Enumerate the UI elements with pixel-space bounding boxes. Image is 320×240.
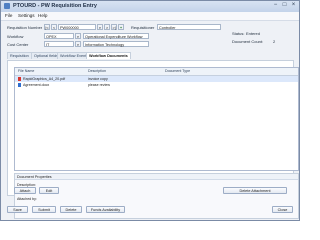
workflow-description-field: Operational Expenditure Workflow	[83, 33, 149, 39]
cost-center-code-field[interactable]: IT	[44, 41, 74, 47]
tab-requisition[interactable]: Requisition	[7, 52, 32, 59]
close-icon[interactable]: ×	[290, 2, 297, 9]
document-properties-header: Document Properties	[15, 174, 298, 180]
column-description[interactable]: Description	[88, 69, 106, 73]
status-label: Status:	[232, 31, 245, 36]
previous-record-icon[interactable]: <	[51, 24, 57, 30]
pdf-icon	[18, 77, 21, 81]
workflow-finder-icon[interactable]: ⌕	[75, 33, 81, 39]
description-cell: please review	[88, 83, 110, 87]
window-title: PTOURD - PW Requisition Entry	[13, 3, 97, 9]
title-bar: PTOURD - PW Requisition Entry − □ ×	[1, 1, 299, 12]
document-count-label: Document Count:	[232, 39, 264, 44]
delete-attachment-button[interactable]: Delete Attachment	[223, 187, 287, 194]
tab-workflow-documents[interactable]: Workflow Documents	[86, 52, 131, 59]
workflow-label: Workflow	[7, 34, 24, 39]
cost-center-description-field: Information Technology	[83, 41, 149, 47]
attached-by-label: Attached by:	[17, 197, 37, 201]
column-file-name[interactable]: File Name	[18, 69, 34, 73]
requisition-entry-window: PTOURD - PW Requisition Entry − □ × File…	[0, 0, 300, 221]
word-document-icon	[18, 83, 21, 87]
last-record-icon[interactable]: >|	[111, 24, 117, 30]
first-record-icon[interactable]: |<	[44, 24, 50, 30]
document-count-value: 2	[273, 39, 276, 44]
menu-help[interactable]: Help	[38, 13, 47, 18]
attach-button[interactable]: Attach	[14, 187, 36, 194]
close-button[interactable]: Close	[272, 206, 293, 213]
new-record-icon[interactable]: +	[118, 24, 124, 30]
next-record-icon[interactable]: >	[104, 24, 110, 30]
requisitioner-field[interactable]: Controller	[157, 24, 221, 30]
menu-file[interactable]: File	[5, 13, 12, 18]
cost-center-label: Cost Center	[7, 42, 29, 47]
menu-bar: File Settings Help	[1, 12, 299, 21]
maximize-icon[interactable]: □	[281, 2, 288, 9]
file-name-cell: Agreement.docx	[23, 83, 50, 87]
delete-button[interactable]: Delete	[60, 206, 82, 213]
cost-center-finder-icon[interactable]: ⌕	[75, 41, 81, 47]
app-icon	[4, 3, 10, 9]
workflow-documents-panel: File Name Description Document Type Rapi…	[7, 60, 299, 219]
submit-button[interactable]: Submit	[32, 206, 56, 213]
edit-button[interactable]: Edit	[39, 187, 59, 194]
column-document-type[interactable]: Document Type	[165, 69, 190, 73]
requisitioner-label: Requisitioner	[131, 25, 155, 30]
status-value: Entered	[246, 31, 261, 36]
grid-header: File Name Description Document Type	[15, 68, 298, 76]
workflow-code-field[interactable]: OPEX	[44, 33, 74, 39]
document-properties-panel: Document Properties Description: Path: A…	[14, 173, 299, 219]
table-row[interactable]: Agreement.docx please review	[15, 82, 298, 88]
requisition-number-label: Requisition Number	[7, 25, 43, 30]
requisition-number-field[interactable]: PW000000	[58, 24, 96, 30]
minimize-icon[interactable]: −	[272, 2, 279, 9]
save-button[interactable]: Save	[7, 206, 28, 213]
menu-settings[interactable]: Settings	[18, 13, 35, 18]
funds-availability-button[interactable]: Funds Availability	[86, 206, 125, 213]
documents-grid[interactable]: File Name Description Document Type Rapi…	[14, 67, 299, 171]
finder-icon[interactable]: ⌕	[97, 24, 103, 30]
